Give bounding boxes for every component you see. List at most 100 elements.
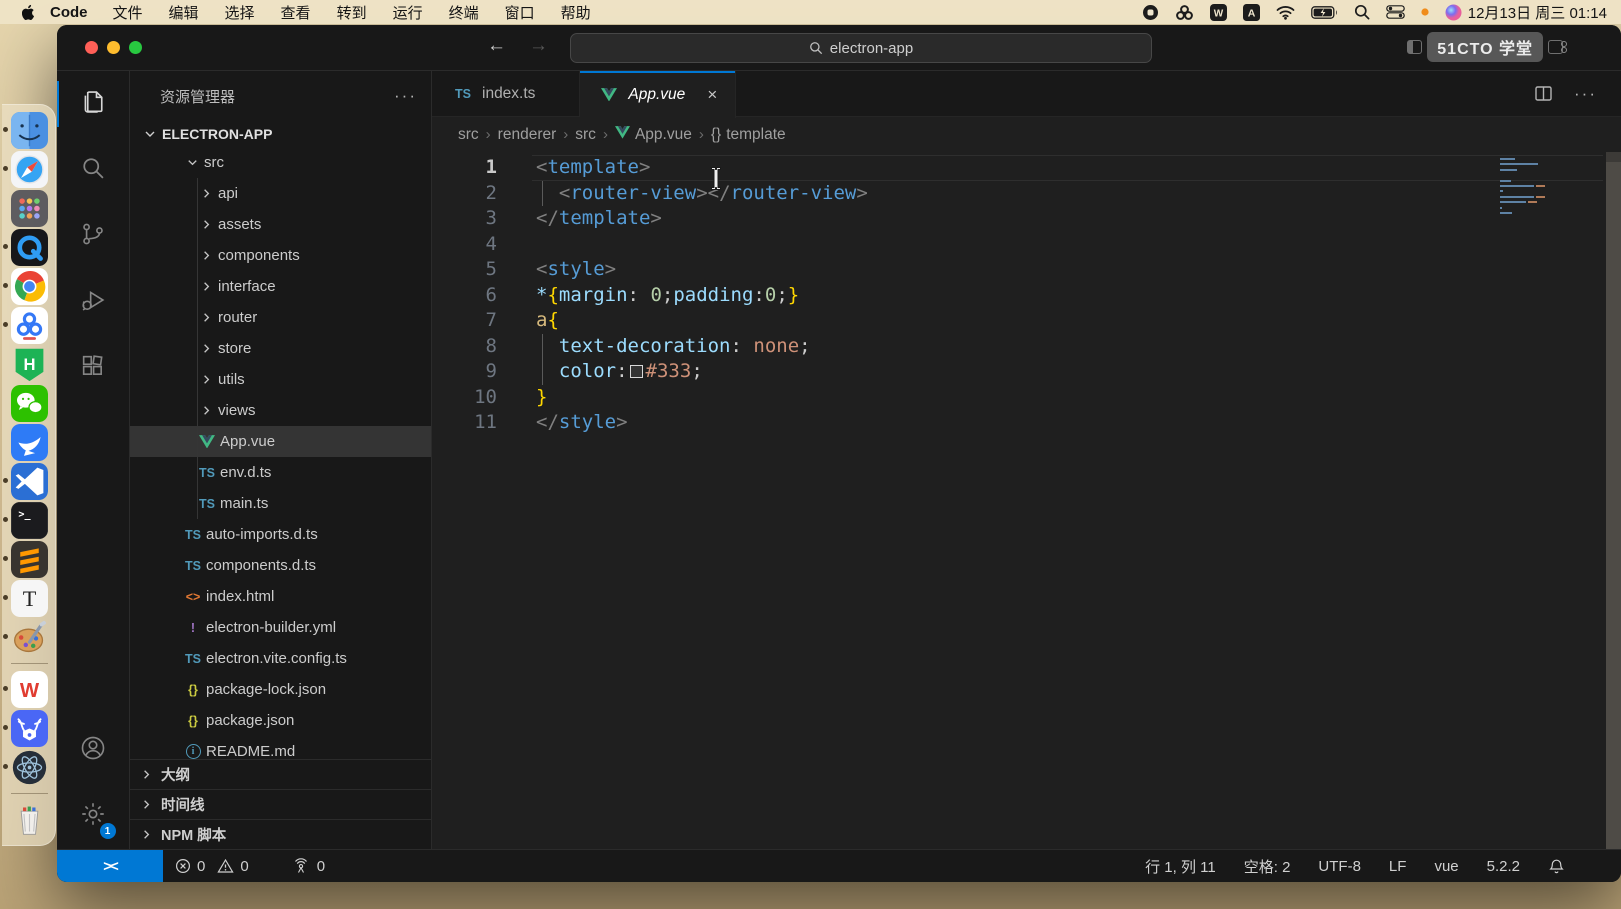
menu-item-3[interactable]: 选择 [212, 2, 268, 23]
tree-folder-api[interactable]: api [130, 178, 431, 209]
vue-version[interactable]: 5.2.2 [1477, 858, 1530, 875]
command-center-search[interactable]: electron-app [570, 33, 1152, 63]
color-swatch[interactable] [630, 365, 643, 378]
menubar-app-name[interactable]: Code [50, 4, 88, 21]
tree-file-env.d.ts[interactable]: TSenv.d.ts [130, 457, 431, 488]
menu-item-6[interactable]: 运行 [380, 2, 436, 23]
remote-indicator[interactable]: >< [57, 850, 163, 882]
tree-folder-src[interactable]: src [130, 147, 431, 178]
tree-file-electron-builder.yml[interactable]: !electron-builder.yml [130, 612, 431, 643]
battery-icon[interactable] [1311, 6, 1338, 19]
toggle-panel-icon[interactable] [1407, 40, 1422, 54]
activitybar-explorer[interactable] [57, 71, 130, 137]
dock-item-terminal[interactable]: >_ [11, 502, 48, 539]
sidebar-section-1[interactable]: 大纲 [130, 759, 431, 789]
dock-item-hbuilderx[interactable]: H [11, 346, 48, 383]
navigate-forward-button[interactable]: → [529, 35, 548, 57]
dock-item-vscode[interactable] [11, 463, 48, 500]
minimap[interactable] [1500, 158, 1545, 217]
menu-item-9[interactable]: 帮助 [548, 2, 604, 23]
tree-folder-components[interactable]: components [130, 240, 431, 271]
input-source-icon[interactable]: A [1243, 4, 1260, 21]
breadcrumb-segment-src[interactable]: src [575, 126, 596, 144]
dock-item-chrome[interactable] [11, 268, 48, 305]
notifications-bell[interactable] [1538, 858, 1575, 875]
menu-item-8[interactable]: 窗口 [492, 2, 548, 23]
dock-item-atom[interactable] [11, 749, 48, 786]
close-tab-icon[interactable]: × [707, 85, 717, 105]
menubar-clock[interactable]: 12月13日 周三 01:14 [1468, 2, 1607, 23]
tree-folder-store[interactable]: store [130, 333, 431, 364]
indentation[interactable]: 空格: 2 [1234, 856, 1301, 877]
activitybar-settings[interactable]: 1 [57, 783, 130, 849]
explorer-more-actions[interactable]: ··· [394, 86, 417, 106]
sidebar-section-3[interactable]: NPM 脚本 [130, 819, 431, 849]
clover-icon[interactable] [1175, 4, 1194, 21]
tree-file-components.d.ts[interactable]: TScomponents.d.ts [130, 550, 431, 581]
dock-item-deer[interactable] [11, 710, 48, 747]
code-editor[interactable]: 1<template>2 <router-view></router-view>… [432, 152, 1621, 849]
menu-item-5[interactable]: 转到 [324, 2, 380, 23]
activitybar-run-debug[interactable] [57, 269, 130, 335]
close-window-button[interactable] [85, 41, 98, 54]
breadcrumb-segment-template[interactable]: {}template [711, 126, 786, 144]
activitybar-source-control[interactable] [57, 203, 130, 269]
wps-menubar-icon[interactable]: W [1210, 4, 1227, 21]
dock-item-finder[interactable] [11, 112, 48, 149]
menu-item-2[interactable]: 编辑 [156, 2, 212, 23]
language-mode[interactable]: vue [1424, 858, 1468, 875]
menu-item-1[interactable]: 文件 [100, 2, 156, 23]
more-actions-icon[interactable]: ··· [1574, 84, 1597, 104]
tree-folder-interface[interactable]: interface [130, 271, 431, 302]
customize-layout-icon[interactable] [1548, 40, 1563, 54]
dock-item-quicktime[interactable] [11, 229, 48, 266]
dock-item-launchpad[interactable] [11, 190, 48, 227]
dock-item-sublime[interactable] [11, 541, 48, 578]
dock-item-wps[interactable]: W [11, 671, 48, 708]
control-center-icon[interactable] [1386, 5, 1405, 19]
wifi-icon[interactable] [1276, 5, 1295, 20]
tab-App.vue[interactable]: App.vue× [580, 71, 736, 118]
activitybar-search[interactable] [57, 137, 130, 203]
minimize-window-button[interactable] [107, 41, 120, 54]
apple-icon[interactable] [22, 4, 36, 21]
menu-item-7[interactable]: 终端 [436, 2, 492, 23]
problems-status[interactable]: 0 0 [163, 850, 261, 882]
split-editor-icon[interactable] [1535, 86, 1552, 101]
tree-file-electron.vite.config.ts[interactable]: TSelectron.vite.config.ts [130, 643, 431, 674]
cursor-position[interactable]: 行 1, 列 11 [1135, 856, 1226, 877]
ports-status[interactable]: 0 [279, 850, 337, 882]
siri-icon[interactable] [1445, 4, 1462, 21]
eol[interactable]: LF [1379, 858, 1417, 875]
editor-scrollbar[interactable] [1606, 152, 1621, 849]
tree-folder-views[interactable]: views [130, 395, 431, 426]
dock-item-typora[interactable]: T [11, 580, 48, 617]
encoding[interactable]: UTF-8 [1308, 858, 1371, 875]
navigate-back-button[interactable]: ← [487, 35, 506, 57]
tree-file-main.ts[interactable]: TSmain.ts [130, 488, 431, 519]
activitybar-extensions[interactable] [57, 335, 130, 401]
tree-file-package-lock.json[interactable]: {}package-lock.json [130, 674, 431, 705]
tree-folder-assets[interactable]: assets [130, 209, 431, 240]
zoom-window-button[interactable] [129, 41, 142, 54]
tree-file-auto-imports.d.ts[interactable]: TSauto-imports.d.ts [130, 519, 431, 550]
workspace-root-row[interactable]: ELECTRON-APP [130, 121, 431, 147]
breadcrumb-segment-src[interactable]: src [458, 126, 479, 144]
tree-file-package.json[interactable]: {}package.json [130, 705, 431, 736]
tree-folder-router[interactable]: router [130, 302, 431, 333]
dock-item-trash[interactable] [11, 801, 48, 838]
sidebar-section-2[interactable]: 时间线 [130, 789, 431, 819]
dock-item-dingtalk[interactable] [11, 424, 48, 461]
dock-item-safari[interactable] [11, 151, 48, 188]
dock-item-wechat[interactable] [11, 385, 48, 422]
activitybar-accounts[interactable] [57, 717, 130, 783]
record-icon[interactable] [1142, 4, 1159, 21]
breadcrumb-segment-App.vue[interactable]: App.vue [615, 126, 692, 144]
scrollbar-thumb[interactable] [1606, 152, 1621, 162]
tree-file-App.vue[interactable]: App.vue [130, 426, 431, 457]
search-icon[interactable] [1354, 4, 1370, 20]
notification-dot-icon[interactable] [1421, 8, 1429, 16]
tree-file-index.html[interactable]: <>index.html [130, 581, 431, 612]
dock-item-palette[interactable] [11, 619, 48, 656]
tree-folder-utils[interactable]: utils [130, 364, 431, 395]
